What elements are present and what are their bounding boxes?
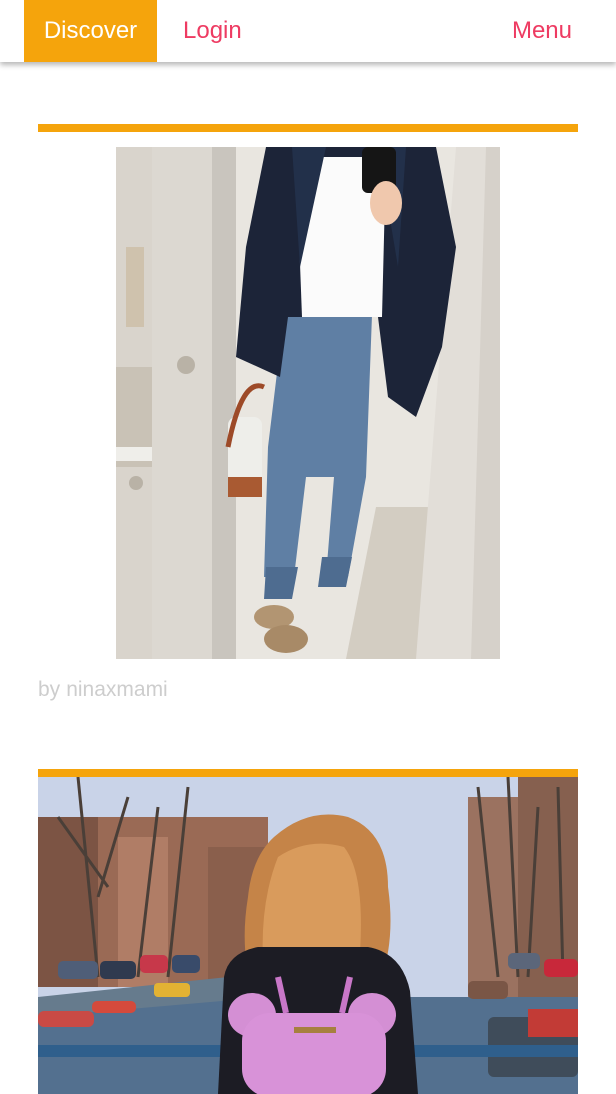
- post-author-link[interactable]: ninaxmami: [66, 678, 168, 701]
- post-photo-mirror-selfie[interactable]: [116, 147, 500, 659]
- post-accent-rule: [38, 124, 578, 132]
- login-link[interactable]: Login: [183, 0, 242, 62]
- byline-prefix: by: [38, 678, 61, 701]
- post-accent-rule: [38, 769, 578, 777]
- menu-button[interactable]: Menu: [512, 0, 572, 62]
- discover-tab[interactable]: Discover: [24, 0, 157, 62]
- post-byline: by ninaxmami: [38, 678, 168, 702]
- post-photo-canal-backpack[interactable]: [38, 777, 578, 1094]
- top-nav-bar: Discover Login Menu: [0, 0, 616, 62]
